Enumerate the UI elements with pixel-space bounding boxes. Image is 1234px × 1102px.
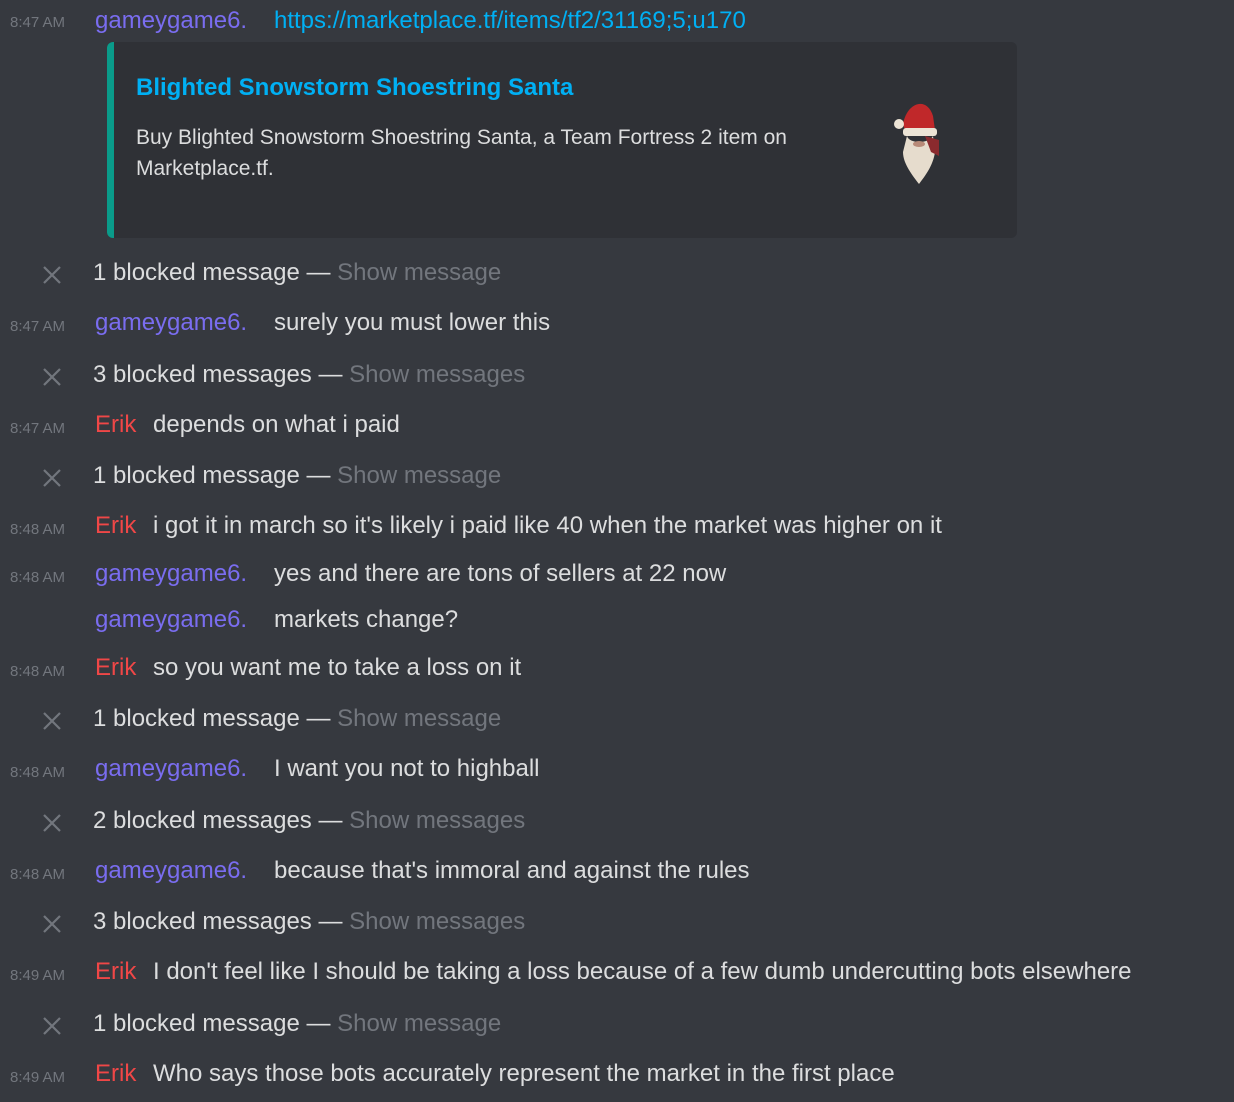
blocked-count: 1 blocked message — Show message [93,462,501,490]
blocked-count: 3 blocked messages — Show messages [93,361,525,389]
show-message-link[interactable]: Show message [337,259,501,286]
author-name[interactable]: Erik [95,958,136,986]
blocked-label: 1 blocked message — [93,1010,331,1037]
message: 8:49 AM Erik I don't feel like I should … [0,957,1234,991]
message: 8:48 AM Erik so you want me to take a lo… [0,653,1234,687]
author-name[interactable]: gameygame6. [95,7,247,35]
author-name[interactable]: Erik [95,1060,136,1088]
blocked-count: 1 blocked message — Show message [93,705,501,733]
santa-hat-beard-item-icon[interactable] [889,94,949,186]
message-text: yes and there are tons of sellers at 22 … [274,560,727,587]
blocked-count: 3 blocked messages — Show messages [93,908,525,936]
blocked-count: 1 blocked message — Show message [93,1010,501,1038]
author-name[interactable]: Erik [95,654,136,682]
blocked-messages-row: 1 blocked message — Show message [0,258,1234,292]
message-text: surely you must lower this [274,309,551,336]
embed-description: Buy Blighted Snowstorm Shoestring Santa,… [136,126,787,180]
close-icon[interactable] [40,811,64,835]
blocked-count: 1 blocked message — Show message [93,259,501,287]
show-messages-link[interactable]: Show messages [349,807,525,834]
message-text: Who says those bots accurately represent… [153,1060,895,1087]
close-icon[interactable] [40,365,64,389]
timestamp: 8:48 AM [10,569,66,586]
blocked-messages-row: 3 blocked messages — Show messages [0,907,1234,941]
timestamp: 8:48 AM [10,521,66,538]
blocked-label: 3 blocked messages — [93,908,343,935]
message: 8:48 AM gameygame6. because that's immor… [0,856,1234,890]
author-name[interactable]: gameygame6. [95,560,247,588]
blocked-messages-row: 1 blocked message — Show message [0,1009,1234,1043]
author-name[interactable]: gameygame6. [95,755,247,783]
blocked-messages-row: 2 blocked messages — Show messages [0,806,1234,840]
embed-title[interactable]: Blighted Snowstorm Shoestring Santa [136,74,573,102]
link-embed: Blighted Snowstorm Shoestring Santa Buy … [107,42,1017,238]
embed-accent-bar [107,42,114,238]
message: 8:49 AM Erik Who says those bots accurat… [0,1059,1234,1093]
blocked-label: 1 blocked message — [93,705,331,732]
timestamp: 8:48 AM [10,866,66,883]
message-link[interactable]: https://marketplace.tf/items/tf2/31169;5… [274,7,746,35]
timestamp: 8:49 AM [10,967,66,984]
show-message-link[interactable]: Show message [337,1010,501,1037]
author-name[interactable]: Erik [95,512,136,540]
timestamp: 8:48 AM [10,764,66,781]
message-text: so you want me to take a loss on it [153,654,522,681]
message-text: because that's immoral and against the r… [274,857,750,884]
message-text: depends on what i paid [153,411,400,438]
close-icon[interactable] [40,1014,64,1038]
timestamp: 8:47 AM [10,14,66,31]
timestamp: 8:49 AM [10,1069,66,1086]
blocked-messages-row: 1 blocked message — Show message [0,461,1234,495]
blocked-count: 2 blocked messages — Show messages [93,807,525,835]
message-text: i got it in march so it's likely i paid … [153,512,942,539]
message-text: I don't feel like I should be taking a l… [153,958,1132,985]
show-messages-link[interactable]: Show messages [349,361,525,388]
message: 8:47 AM Erik depends on what i paid [0,410,1234,444]
blocked-label: 2 blocked messages — [93,807,343,834]
author-name[interactable]: gameygame6. [95,857,247,885]
blocked-label: 1 blocked message — [93,462,331,489]
blocked-label: 1 blocked message — [93,259,331,286]
close-icon[interactable] [40,912,64,936]
blocked-messages-row: 3 blocked messages — Show messages [0,360,1234,394]
message-text: I want you not to highball [274,755,540,782]
show-message-link[interactable]: Show message [337,705,501,732]
close-icon[interactable] [40,263,64,287]
timestamp: 8:47 AM [10,420,66,437]
message: 8:47 AM gameygame6. https://marketplace.… [0,4,1234,38]
message: 8:48 AM Erik i got it in march so it's l… [0,511,1234,545]
close-icon[interactable] [40,709,64,733]
close-icon[interactable] [40,466,64,490]
blocked-label: 3 blocked messages — [93,361,343,388]
blocked-messages-row: 1 blocked message — Show message [0,704,1234,738]
timestamp: 8:47 AM [10,318,66,335]
author-name[interactable]: Erik [95,411,136,439]
author-name[interactable]: gameygame6. [95,309,247,337]
message: 8:47 AM gameygame6. surely you must lowe… [0,308,1234,342]
show-messages-link[interactable]: Show messages [349,908,525,935]
timestamp: 8:48 AM [10,663,66,680]
author-name[interactable]: gameygame6. [95,606,247,634]
message: gameygame6. markets change? [0,605,1234,639]
message-text: markets change? [274,606,459,633]
message: 8:48 AM gameygame6. I want you not to hi… [0,754,1234,788]
show-message-link[interactable]: Show message [337,462,501,489]
message: 8:48 AM gameygame6. yes and there are to… [0,559,1234,593]
